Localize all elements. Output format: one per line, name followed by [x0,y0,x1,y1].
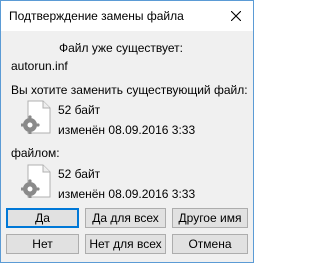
existing-file-size: 52 байт [58,103,101,117]
new-file-modified: изменён 08.09.2016 3:33 [58,187,196,201]
close-button[interactable] [219,1,253,31]
title-bar[interactable]: Подтверждение замены файла [1,1,253,31]
replace-confirm-dialog: Подтверждение замены файла Файл уже суще… [0,0,254,263]
replace-question: Вы хотите заменить существующий файл: [11,83,248,97]
window-title: Подтверждение замены файла [9,9,184,23]
yes-to-all-button[interactable]: Да для всех [85,208,166,228]
with-file-label: файлом: [11,146,60,160]
dialog-body: Файл уже существует: autorun.inf Вы хоти… [7,31,248,201]
file-name: autorun.inf [11,59,68,73]
close-icon [231,11,241,21]
settings-file-icon [20,100,53,135]
rename-button[interactable]: Другое имя [172,208,248,228]
yes-button[interactable]: Да [6,208,79,228]
cancel-button[interactable]: Отмена [172,234,248,254]
new-file-size: 52 байт [58,167,101,181]
no-button[interactable]: Нет [6,234,79,254]
no-to-all-button[interactable]: Нет для всех [85,234,166,254]
existing-file-modified: изменён 08.09.2016 3:33 [58,123,196,137]
settings-file-icon [20,164,53,199]
file-exists-text: Файл уже существует: [59,41,183,55]
